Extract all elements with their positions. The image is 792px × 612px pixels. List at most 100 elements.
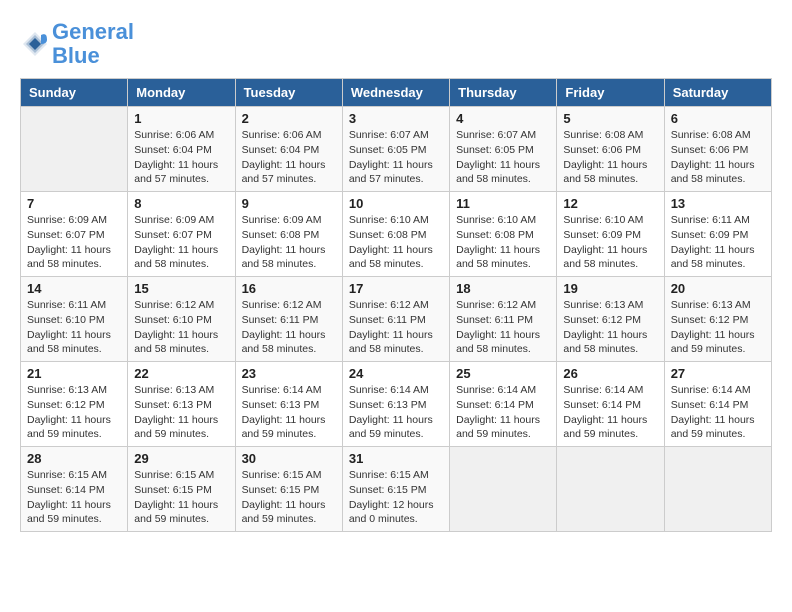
day-info: Sunrise: 6:14 AMSunset: 6:13 PMDaylight:… (242, 383, 336, 442)
day-info: Sunrise: 6:13 AMSunset: 6:13 PMDaylight:… (134, 383, 228, 442)
day-info: Sunrise: 6:10 AMSunset: 6:08 PMDaylight:… (349, 213, 443, 272)
day-number: 28 (27, 451, 121, 466)
calendar-cell: 14 Sunrise: 6:11 AMSunset: 6:10 PMDayligh… (21, 277, 128, 362)
day-number: 4 (456, 111, 550, 126)
calendar-cell: 3 Sunrise: 6:07 AMSunset: 6:05 PMDaylight… (342, 107, 449, 192)
day-info: Sunrise: 6:10 AMSunset: 6:08 PMDaylight:… (456, 213, 550, 272)
calendar-cell: 17 Sunrise: 6:12 AMSunset: 6:11 PMDayligh… (342, 277, 449, 362)
calendar-cell: 2Sunrise: 6:06 AMSunset: 6:04 PMDaylight… (235, 107, 342, 192)
day-number: 18 (456, 281, 550, 296)
day-info: Sunrise: 6:10 AMSunset: 6:09 PMDaylight:… (563, 213, 657, 272)
calendar-cell: 28 Sunrise: 6:15 AMSunset: 6:14 PMDayligh… (21, 447, 128, 532)
day-info: Sunrise: 6:09 AMSunset: 6:07 PMDaylight:… (134, 213, 228, 272)
calendar-cell (557, 447, 664, 532)
calendar-cell (664, 447, 771, 532)
calendar-cell: 1 Sunrise: 6:06 AMSunset: 6:04 PMDaylight… (128, 107, 235, 192)
day-info: Sunrise: 6:15 AMSunset: 6:14 PMDaylight:… (27, 468, 121, 527)
day-number: 6 (671, 111, 765, 126)
day-number: 2 (242, 111, 336, 126)
logo-text: General (52, 20, 134, 44)
calendar-cell: 9Sunrise: 6:09 AMSunset: 6:08 PMDaylight… (235, 192, 342, 277)
day-info: Sunrise: 6:15 AMSunset: 6:15 PMDaylight:… (349, 468, 443, 527)
day-info: Sunrise: 6:12 AMSunset: 6:11 PMDaylight:… (349, 298, 443, 357)
day-number: 31 (349, 451, 443, 466)
day-number: 12 (563, 196, 657, 211)
calendar-week-row: 21 Sunrise: 6:13 AMSunset: 6:12 PMDayligh… (21, 362, 772, 447)
day-info: Sunrise: 6:11 AMSunset: 6:10 PMDaylight:… (27, 298, 121, 357)
day-number: 16 (242, 281, 336, 296)
day-info: Sunrise: 6:14 AMSunset: 6:14 PMDaylight:… (456, 383, 550, 442)
logo-text2: Blue (52, 44, 134, 68)
day-number: 22 (134, 366, 228, 381)
day-info: Sunrise: 6:08 AMSunset: 6:06 PMDaylight:… (563, 128, 657, 187)
day-number: 3 (349, 111, 443, 126)
weekday-header: Thursday (450, 79, 557, 107)
day-info: Sunrise: 6:13 AMSunset: 6:12 PMDaylight:… (563, 298, 657, 357)
day-info: Sunrise: 6:12 AMSunset: 6:11 PMDaylight:… (242, 298, 336, 357)
logo: General Blue (20, 20, 134, 68)
day-number: 27 (671, 366, 765, 381)
day-info: Sunrise: 6:13 AMSunset: 6:12 PMDaylight:… (671, 298, 765, 357)
calendar-cell: 6Sunrise: 6:08 AMSunset: 6:06 PMDaylight… (664, 107, 771, 192)
calendar-cell: 24 Sunrise: 6:14 AMSunset: 6:13 PMDayligh… (342, 362, 449, 447)
calendar-cell: 22 Sunrise: 6:13 AMSunset: 6:13 PMDayligh… (128, 362, 235, 447)
calendar-cell: 11 Sunrise: 6:10 AMSunset: 6:08 PMDayligh… (450, 192, 557, 277)
day-number: 25 (456, 366, 550, 381)
day-number: 30 (242, 451, 336, 466)
calendar-cell (21, 107, 128, 192)
day-info: Sunrise: 6:15 AMSunset: 6:15 PMDaylight:… (134, 468, 228, 527)
calendar-cell: 19 Sunrise: 6:13 AMSunset: 6:12 PMDayligh… (557, 277, 664, 362)
day-number: 29 (134, 451, 228, 466)
calendar-cell: 8 Sunrise: 6:09 AMSunset: 6:07 PMDaylight… (128, 192, 235, 277)
day-info: Sunrise: 6:14 AMSunset: 6:14 PMDaylight:… (671, 383, 765, 442)
calendar-week-row: 1 Sunrise: 6:06 AMSunset: 6:04 PMDaylight… (21, 107, 772, 192)
day-number: 17 (349, 281, 443, 296)
calendar-cell: 27 Sunrise: 6:14 AMSunset: 6:14 PMDayligh… (664, 362, 771, 447)
weekday-header: Sunday (21, 79, 128, 107)
calendar-table: SundayMondayTuesdayWednesdayThursdayFrid… (20, 78, 772, 532)
day-number: 11 (456, 196, 550, 211)
weekday-header: Tuesday (235, 79, 342, 107)
calendar-cell: 29 Sunrise: 6:15 AMSunset: 6:15 PMDayligh… (128, 447, 235, 532)
calendar-cell: 25 Sunrise: 6:14 AMSunset: 6:14 PMDayligh… (450, 362, 557, 447)
day-number: 5 (563, 111, 657, 126)
calendar-cell: 18 Sunrise: 6:12 AMSunset: 6:11 PMDayligh… (450, 277, 557, 362)
calendar-cell: 16 Sunrise: 6:12 AMSunset: 6:11 PMDayligh… (235, 277, 342, 362)
day-number: 10 (349, 196, 443, 211)
page-header: General Blue (20, 20, 772, 68)
day-info: Sunrise: 6:12 AMSunset: 6:10 PMDaylight:… (134, 298, 228, 357)
day-number: 26 (563, 366, 657, 381)
calendar-cell: 13Sunrise: 6:11 AMSunset: 6:09 PMDayligh… (664, 192, 771, 277)
day-info: Sunrise: 6:12 AMSunset: 6:11 PMDaylight:… (456, 298, 550, 357)
day-info: Sunrise: 6:09 AMSunset: 6:08 PMDaylight:… (242, 213, 336, 272)
day-info: Sunrise: 6:07 AMSunset: 6:05 PMDaylight:… (456, 128, 550, 187)
day-number: 13 (671, 196, 765, 211)
day-number: 21 (27, 366, 121, 381)
day-info: Sunrise: 6:09 AMSunset: 6:07 PMDaylight:… (27, 213, 121, 272)
day-number: 15 (134, 281, 228, 296)
calendar-cell: 23 Sunrise: 6:14 AMSunset: 6:13 PMDayligh… (235, 362, 342, 447)
calendar-cell: 15 Sunrise: 6:12 AMSunset: 6:10 PMDayligh… (128, 277, 235, 362)
calendar-week-row: 7 Sunrise: 6:09 AMSunset: 6:07 PMDaylight… (21, 192, 772, 277)
day-number: 20 (671, 281, 765, 296)
calendar-cell: 12 Sunrise: 6:10 AMSunset: 6:09 PMDayligh… (557, 192, 664, 277)
day-number: 24 (349, 366, 443, 381)
day-number: 1 (134, 111, 228, 126)
day-info: Sunrise: 6:14 AMSunset: 6:13 PMDaylight:… (349, 383, 443, 442)
calendar-cell: 30 Sunrise: 6:15 AMSunset: 6:15 PMDayligh… (235, 447, 342, 532)
day-number: 7 (27, 196, 121, 211)
day-info: Sunrise: 6:07 AMSunset: 6:05 PMDaylight:… (349, 128, 443, 187)
day-info: Sunrise: 6:15 AMSunset: 6:15 PMDaylight:… (242, 468, 336, 527)
day-number: 23 (242, 366, 336, 381)
day-number: 14 (27, 281, 121, 296)
weekday-header: Friday (557, 79, 664, 107)
day-info: Sunrise: 6:13 AMSunset: 6:12 PMDaylight:… (27, 383, 121, 442)
calendar-cell: 5 Sunrise: 6:08 AMSunset: 6:06 PMDaylight… (557, 107, 664, 192)
day-number: 8 (134, 196, 228, 211)
weekday-header: Monday (128, 79, 235, 107)
day-info: Sunrise: 6:06 AMSunset: 6:04 PMDaylight:… (134, 128, 228, 187)
calendar-cell: 10 Sunrise: 6:10 AMSunset: 6:08 PMDayligh… (342, 192, 449, 277)
calendar-week-row: 28 Sunrise: 6:15 AMSunset: 6:14 PMDayligh… (21, 447, 772, 532)
calendar-cell (450, 447, 557, 532)
day-number: 19 (563, 281, 657, 296)
